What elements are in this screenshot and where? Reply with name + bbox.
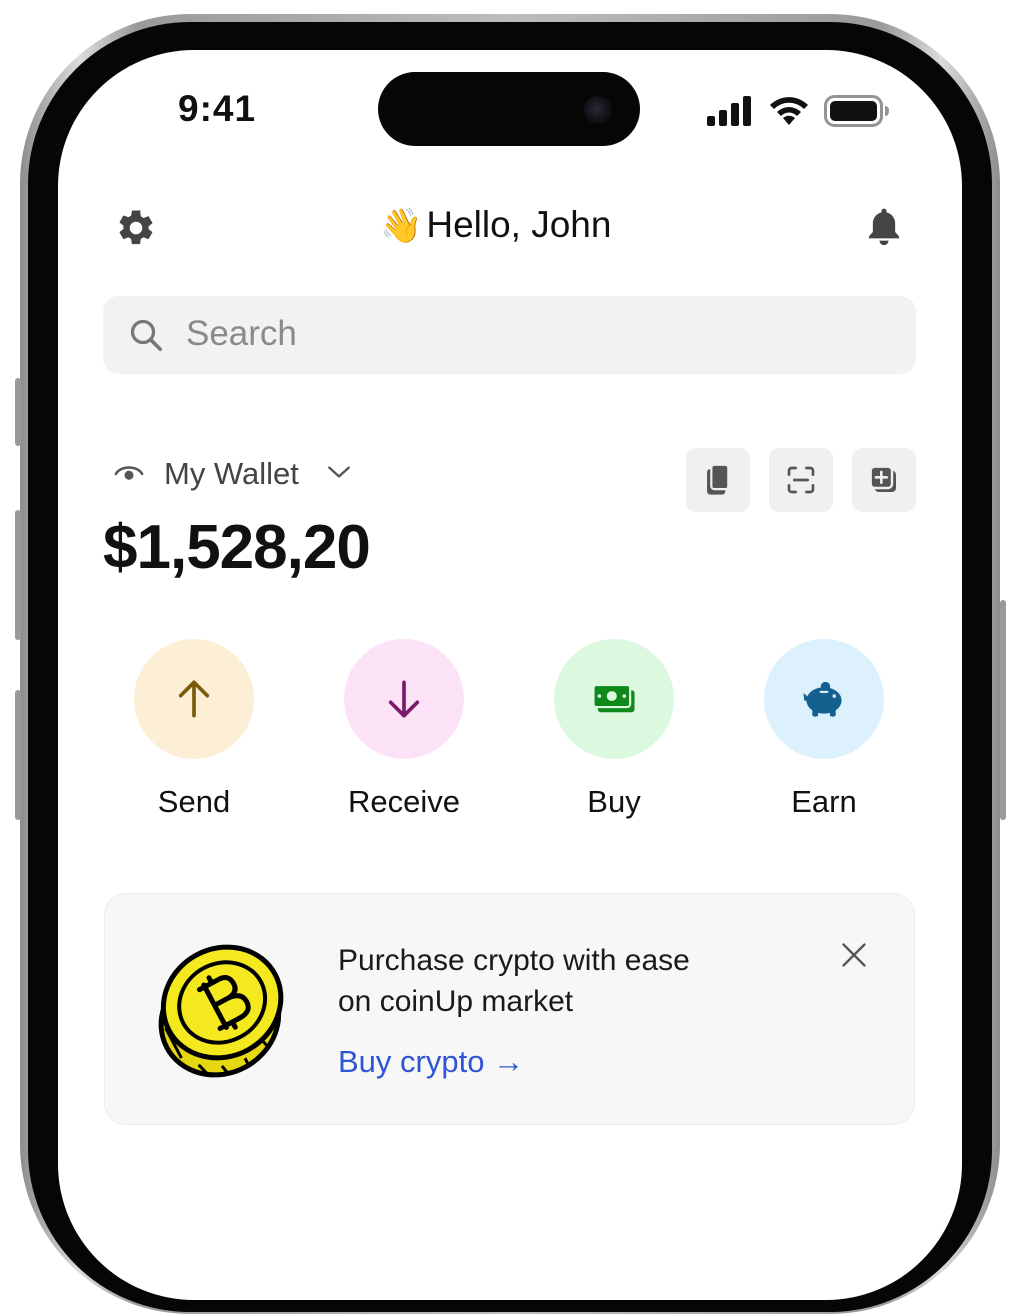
greeting-text: Hello, John (426, 204, 612, 245)
cash-icon (592, 683, 635, 713)
earn-button[interactable] (764, 639, 884, 759)
arrow-up-icon (178, 680, 210, 718)
wallet-selector-label[interactable]: My Wallet (164, 456, 299, 492)
add-card-icon (869, 465, 896, 492)
power-button (1000, 600, 1006, 820)
volume-down-button (15, 690, 21, 820)
buy-label: Buy (587, 784, 641, 819)
add-wallet-button[interactable] (852, 448, 916, 512)
copy-address-button[interactable] (686, 448, 750, 512)
action-button (15, 378, 21, 446)
camera-icon (584, 96, 612, 124)
close-icon[interactable] (840, 941, 868, 969)
notification-bell-icon[interactable] (864, 205, 904, 249)
buy-button[interactable] (554, 639, 674, 759)
search-icon (130, 319, 163, 352)
receive-label: Receive (348, 784, 460, 819)
promo-message: Purchase crypto with ease on coinUp mark… (338, 940, 758, 1022)
volume-up-button (15, 510, 21, 640)
eye-visibility-icon[interactable] (114, 462, 144, 486)
chevron-down-icon[interactable] (326, 462, 352, 482)
send-label: Send (157, 784, 231, 819)
wallet-balance: $1,528,20 (103, 513, 371, 582)
waving-hand-icon: 👋 (380, 207, 423, 245)
search-placeholder: Search (186, 314, 297, 353)
promo-line-1: Purchase crypto with ease (338, 944, 690, 977)
bitcoin-coin-icon (158, 944, 284, 1078)
arrow-down-icon (388, 680, 420, 718)
status-time: 9:41 (178, 88, 257, 129)
cellular-signal-icon (707, 96, 751, 126)
promo-line-2: on coinUp market (338, 985, 574, 1018)
piggy-bank-icon (803, 681, 842, 717)
greeting-title: 👋 Hello, John (380, 204, 680, 246)
settings-gear-icon[interactable] (115, 207, 157, 249)
scan-qr-button[interactable] (769, 448, 833, 512)
copy-icon (707, 463, 730, 495)
battery-icon (824, 95, 889, 127)
wifi-icon (770, 97, 808, 125)
buy-crypto-link[interactable]: Buy crypto → (338, 1044, 524, 1080)
earn-label: Earn (791, 784, 857, 819)
receive-button[interactable] (344, 639, 464, 759)
scan-icon (787, 466, 815, 494)
send-button[interactable] (134, 639, 254, 759)
